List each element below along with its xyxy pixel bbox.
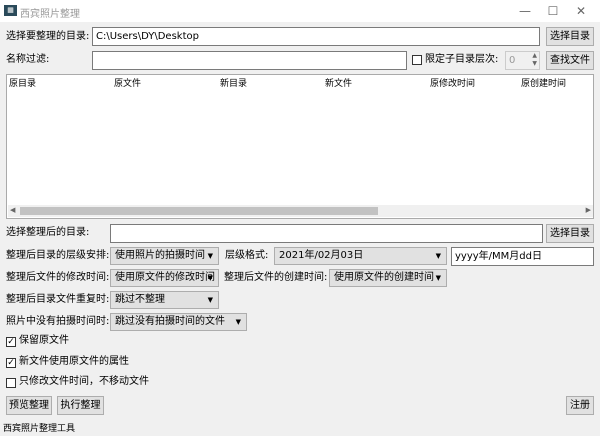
duplicate-value: 跳过不整理 [115, 294, 165, 305]
scroll-right-icon[interactable]: ▶ [586, 206, 591, 214]
scrollbar-thumb[interactable] [20, 207, 378, 215]
depth-value: 0 [509, 55, 516, 66]
minimize-button[interactable]: — [510, 2, 540, 20]
limit-depth-checkbox[interactable] [412, 55, 422, 65]
no-time-label: 照片中没有拍摄时间时: [6, 316, 110, 327]
option-label: 保留原文件 [19, 335, 69, 346]
column-header[interactable]: 原修改时间 [430, 78, 475, 90]
option-label: 只修改文件时间，不移动文件 [19, 376, 149, 387]
source-dir-label: 选择要整理的目录: [6, 31, 90, 42]
horizontal-scrollbar[interactable]: ◀ ▶ [8, 205, 593, 217]
target-dir-input[interactable] [110, 224, 543, 243]
choose-source-dir-button[interactable]: 选择目录 [546, 27, 594, 46]
choose-target-dir-button[interactable]: 选择目录 [546, 224, 594, 243]
execute-button[interactable]: 执行整理 [57, 396, 104, 415]
mtime-value: 使用原文件的修改时间 [115, 272, 215, 283]
target-dir-label: 选择整理后的目录: [6, 227, 90, 238]
hierarchy-value: 使用照片的拍摄时间 [115, 250, 205, 261]
hierarchy-select[interactable]: 使用照片的拍摄时间 ▼ [110, 247, 219, 265]
use-original-attrs-checkbox[interactable]: ✓ [6, 358, 16, 368]
find-files-button[interactable]: 查找文件 [546, 51, 594, 70]
only-modify-time-checkbox[interactable] [6, 378, 16, 388]
scroll-left-icon[interactable]: ◀ [10, 206, 15, 214]
maximize-button[interactable]: ☐ [538, 2, 568, 20]
column-header[interactable]: 原创建时间 [521, 78, 566, 90]
chevron-down-icon: ▼ [435, 252, 441, 260]
preview-button[interactable]: 预览整理 [6, 396, 52, 415]
format-select[interactable]: 2021年/02月03日 ▼ [274, 247, 447, 265]
window-title: 西宾照片整理 [20, 9, 80, 20]
column-header[interactable]: 原目录 [9, 78, 36, 90]
mtime-label: 整理后文件的修改时间: [6, 272, 110, 283]
no-time-value: 跳过没有拍摄时间的文件 [115, 316, 225, 327]
chevron-down-icon: ▼ [207, 296, 213, 304]
name-filter-label: 名称过滤: [6, 54, 50, 65]
depth-spinner[interactable]: 0 ▲ ▼ [505, 51, 540, 70]
format-value: 2021年/02月03日 [279, 250, 364, 261]
status-bar: 西宾照片整理工具 [3, 424, 76, 434]
hierarchy-label: 整理后目录的层级安排: [6, 250, 110, 261]
limit-depth-label: 限定子目录层次: [425, 54, 499, 65]
file-table[interactable]: 原目录 原文件 新目录 新文件 原修改时间 原创建时间 ◀ ▶ [6, 74, 594, 219]
chevron-down-icon: ▼ [207, 252, 213, 260]
chevron-down-icon: ▼ [435, 274, 441, 282]
ctime-select[interactable]: 使用原文件的创建时间 ▼ [329, 269, 447, 287]
chevron-down-icon: ▼ [235, 318, 241, 326]
name-filter-input[interactable] [92, 51, 407, 70]
format-label: 层级格式: [225, 250, 269, 261]
source-dir-input[interactable]: C:\Users\DY\Desktop [92, 27, 540, 46]
keep-original-checkbox[interactable]: ✓ [6, 337, 16, 347]
format-pattern-input[interactable]: yyyy年/MM月dd日 [451, 247, 594, 266]
close-button[interactable]: ✕ [566, 2, 596, 20]
chevron-down-icon: ▼ [207, 274, 213, 282]
no-time-select[interactable]: 跳过没有拍摄时间的文件 ▼ [110, 313, 247, 331]
mtime-select[interactable]: 使用原文件的修改时间 ▼ [110, 269, 219, 287]
column-header[interactable]: 新文件 [325, 78, 352, 90]
app-icon: ▦ [4, 5, 17, 16]
ctime-label: 整理后文件的创建时间: [224, 272, 328, 283]
column-header[interactable]: 新目录 [220, 78, 247, 90]
duplicate-label: 整理后目录文件重复时: [6, 294, 110, 305]
option-label: 新文件使用原文件的属性 [19, 356, 129, 367]
duplicate-select[interactable]: 跳过不整理 ▼ [110, 291, 219, 309]
ctime-value: 使用原文件的创建时间 [334, 272, 434, 283]
register-button[interactable]: 注册 [566, 396, 594, 415]
column-header[interactable]: 原文件 [114, 78, 141, 90]
title-bar: ▦ 西宾照片整理 — ☐ ✕ [0, 0, 600, 22]
